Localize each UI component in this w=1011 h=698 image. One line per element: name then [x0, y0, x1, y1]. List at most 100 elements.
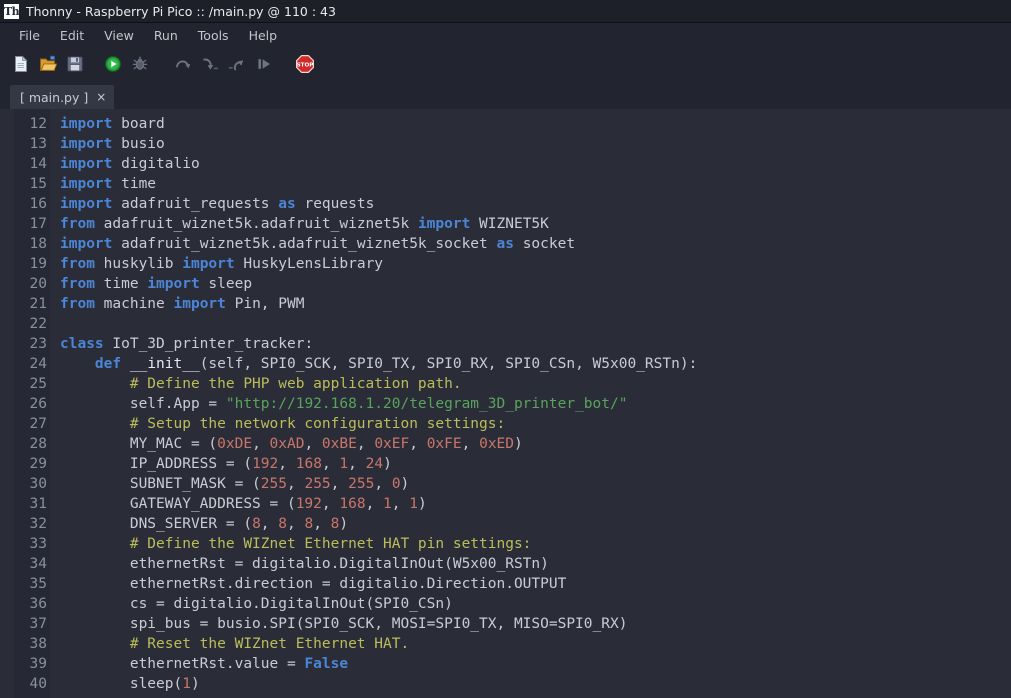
- editor-tab-bar: [ main.py ] ×: [0, 83, 1011, 109]
- line-number: 21: [29, 296, 47, 312]
- code-token-txt: ): [400, 476, 410, 492]
- line-number: 15: [29, 176, 47, 192]
- thonny-app-icon: Th: [4, 3, 20, 19]
- code-token-txt: ,: [321, 456, 340, 472]
- code-token-num: 0xDE: [217, 436, 253, 452]
- code-token-txt: cs = digitalio.DigitalInOut(SPI0_CSn): [60, 596, 453, 612]
- toolbar: STOP: [0, 48, 1011, 83]
- code-token-num: 0xBE: [321, 436, 357, 452]
- code-token-txt: ,: [287, 516, 305, 532]
- close-icon[interactable]: ×: [96, 91, 106, 103]
- step-out-button[interactable]: [226, 55, 248, 77]
- line-number: 27: [29, 416, 47, 432]
- code-line: DNS_SERVER = (8, 8, 8, 8): [60, 514, 1011, 534]
- line-number: 23: [29, 336, 47, 352]
- open-file-button[interactable]: [37, 55, 59, 77]
- new-file-icon: [12, 55, 30, 77]
- line-number: 37: [29, 616, 47, 632]
- code-token-txt: ,: [391, 496, 410, 512]
- code-token-txt: ,: [313, 516, 331, 532]
- code-token-num: 1: [383, 496, 392, 512]
- code-token-kw: as: [496, 236, 514, 252]
- line-number: 19: [29, 256, 47, 272]
- line-number: 25: [29, 376, 47, 392]
- debug-bug-icon: [131, 55, 149, 77]
- code-token-kw: import: [182, 256, 235, 272]
- run-play-icon: [104, 55, 122, 77]
- code-token-txt: digitalio: [112, 156, 200, 172]
- menu-item-help[interactable]: Help: [239, 26, 288, 45]
- code-text-area[interactable]: import board import busio import digitalio…: [50, 109, 1011, 698]
- line-number: 28: [29, 436, 47, 452]
- code-line: GATEWAY_ADDRESS = (192, 168, 1, 1): [60, 494, 1011, 514]
- code-editor[interactable]: 12 13 14 15 16 17 18 19 20 21 22 23 24 25 26 27 28 29 30 31…: [0, 109, 1011, 698]
- code-line: import busio: [60, 134, 1011, 154]
- code-token-num: 0xAD: [269, 436, 305, 452]
- line-number: 22: [29, 316, 47, 332]
- code-token-txt: spi_bus = busio.SPI(SPI0_SCK, MOSI=SPI0_…: [60, 616, 628, 632]
- code-line: from huskylib import HuskyLensLibrary: [60, 254, 1011, 274]
- menu-item-edit[interactable]: Edit: [50, 26, 94, 45]
- line-number-gutter: 12 13 14 15 16 17 18 19 20 21 22 23 24 25 26 27 28 29 30 31…: [14, 109, 50, 698]
- code-token-num: 0: [391, 476, 401, 492]
- menu-item-file[interactable]: File: [9, 26, 50, 45]
- debug-button[interactable]: [129, 55, 151, 77]
- code-token-num: 8: [304, 516, 314, 532]
- menu-item-run[interactable]: Run: [144, 26, 188, 45]
- line-number: 36: [29, 596, 47, 612]
- code-line: from adafruit_wiznet5k.adafruit_wiznet5k…: [60, 214, 1011, 234]
- code-token-txt: ,: [409, 436, 427, 452]
- code-line: import board: [60, 114, 1011, 134]
- code-line: from time import sleep: [60, 274, 1011, 294]
- code-token-num: 255: [304, 476, 331, 492]
- code-token-txt: ,: [330, 476, 349, 492]
- new-file-button[interactable]: [10, 55, 32, 77]
- code-token-txt: Pin, PWM: [225, 296, 305, 312]
- window-title: Thonny - Raspberry Pi Pico :: /main.py @…: [26, 3, 336, 19]
- code-token-txt: ,: [365, 496, 384, 512]
- code-token-kw: import: [147, 276, 200, 292]
- code-token-txt: SUBNET_MASK = (: [60, 476, 261, 492]
- step-over-button[interactable]: [172, 55, 194, 77]
- code-token-kw: import: [60, 116, 113, 132]
- line-number: 20: [29, 276, 47, 292]
- code-token-txt: WIZNET5K: [470, 216, 549, 232]
- save-file-button[interactable]: [64, 55, 86, 77]
- code-token-kw: import: [173, 296, 226, 312]
- step-into-button[interactable]: [199, 55, 221, 77]
- tab-main-py[interactable]: [ main.py ] ×: [10, 85, 115, 109]
- menu-item-view[interactable]: View: [94, 26, 144, 45]
- code-token-txt: ethernetRst.value =: [60, 656, 305, 672]
- resume-button[interactable]: [253, 55, 275, 77]
- code-token-txt: ,: [374, 476, 392, 492]
- line-number: 24: [29, 356, 47, 372]
- code-token-num: 0xED: [479, 436, 515, 452]
- stop-button[interactable]: STOP: [294, 54, 316, 77]
- code-token-num: 1: [339, 456, 349, 472]
- code-token-txt: GATEWAY_ADDRESS = (: [60, 496, 296, 512]
- code-token-txt: busio: [112, 136, 165, 152]
- code-token-txt: ,: [304, 436, 322, 452]
- resume-icon: [255, 55, 273, 77]
- code-token-com: # Define the WIZnet Ethernet HAT pin set…: [60, 536, 532, 552]
- menu-item-tools[interactable]: Tools: [188, 26, 239, 45]
- code-token-txt: requests: [295, 196, 375, 212]
- code-token-txt: HuskyLensLibrary: [234, 256, 384, 272]
- code-token-txt: ,: [356, 436, 375, 452]
- run-button[interactable]: [102, 55, 124, 77]
- code-token-kw: import: [60, 236, 113, 252]
- code-token-kw: def: [94, 356, 122, 372]
- code-token-num: 1: [409, 496, 418, 512]
- code-token-txt: adafruit_wiznet5k.adafruit_wiznet5k_sock…: [112, 236, 497, 252]
- code-token-num: 192: [295, 496, 322, 512]
- step-over-icon: [174, 55, 192, 77]
- code-token-com: # Define the PHP web application path.: [60, 376, 462, 392]
- line-number: 17: [29, 216, 47, 232]
- line-number: 35: [29, 576, 47, 592]
- code-line: # Setup the network configuration settin…: [60, 414, 1011, 434]
- code-token-txt: ,: [321, 496, 340, 512]
- line-number: 14: [29, 156, 47, 172]
- code-token-txt: ,: [252, 436, 270, 452]
- code-token-num: 8: [252, 516, 261, 532]
- code-token-kw: from: [60, 256, 95, 272]
